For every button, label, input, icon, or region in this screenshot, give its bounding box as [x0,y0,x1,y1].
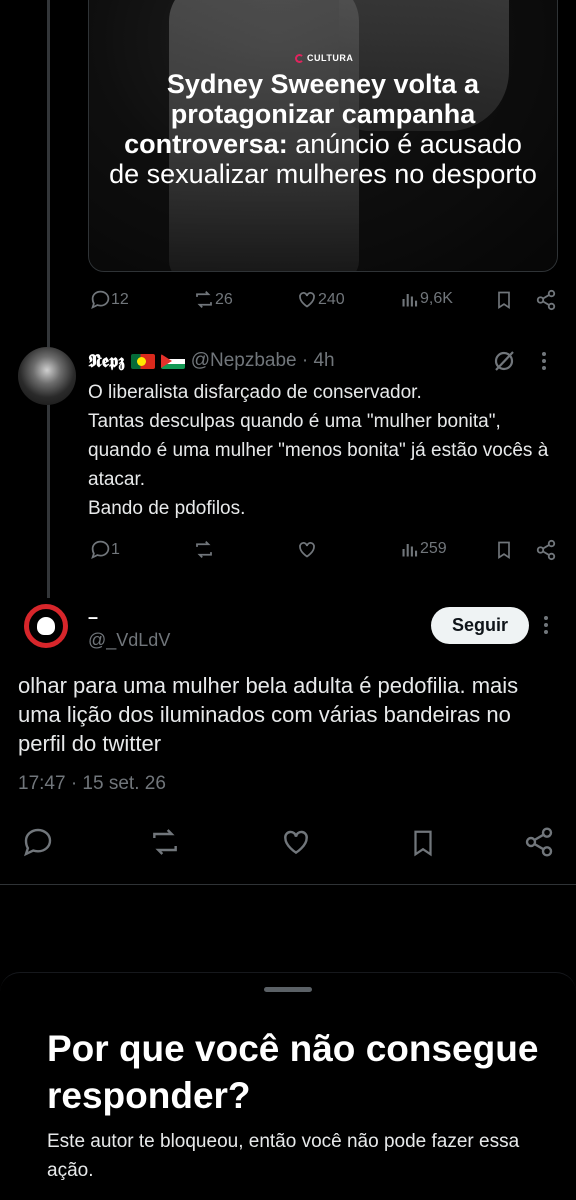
more-options-icon[interactable] [540,351,548,376]
more-options-icon[interactable] [542,615,550,640]
main-tweet-timestamp[interactable]: 17:47 · 15 set. 26 [18,773,166,795]
share-icon [535,289,557,311]
category-tag: CULTURA [295,53,353,63]
repost-icon [193,289,215,310]
main-tweet-text: olhar para uma mulher bela adulta é pedo… [18,673,519,756]
heart-icon [296,539,318,560]
reply-action[interactable]: 12 [90,289,129,310]
repost-icon [148,826,182,858]
palestine-flag-icon [160,353,185,369]
share-button[interactable] [523,826,555,858]
reply-text: O liberalista disfarçado de conservador.… [88,382,549,519]
sheet-subtitle: Este autor te bloqueou, então você não p… [47,1131,520,1181]
heart-icon [279,826,313,858]
blocked-bottom-sheet: Por que você não consegue responder? Est… [0,972,576,1200]
share-icon [535,539,557,561]
share-icon [523,826,555,858]
reply-author-handle: @Nepzbabe · 4h [190,350,335,371]
views-action[interactable]: 259 [400,539,447,559]
views-chart-icon [400,289,420,309]
media-headline: Sydney Sweeney volta a protagonizar camp… [109,69,537,189]
skull-icon [37,617,55,635]
sheet-drag-handle[interactable] [264,987,312,992]
repost-button[interactable] [148,826,182,858]
reply-button[interactable] [22,826,54,858]
main-author-name[interactable]: – [88,607,98,628]
grok-icon[interactable] [492,349,516,378]
views-action[interactable]: 9,6K [400,289,453,309]
reply-icon [90,539,111,560]
reply-icon [22,826,54,858]
bookmark-button[interactable] [408,826,438,860]
like-action[interactable] [296,539,318,560]
publisher-logo-icon [295,53,304,63]
views-chart-icon [400,539,420,559]
repost-icon [193,539,215,560]
like-action[interactable]: 240 [296,289,345,310]
avatar-nepz[interactable] [18,347,76,405]
portugal-flag-icon [130,353,155,369]
bookmark-icon [408,826,438,860]
sheet-title: Por que você não consegue responder? [47,1028,539,1116]
bookmark-action[interactable] [494,289,514,311]
like-button[interactable] [279,826,313,858]
thread-connector-line [47,0,50,598]
repost-action[interactable]: 26 [193,289,233,310]
follow-button[interactable]: Seguir [431,607,529,644]
reply-action[interactable]: 1 [90,539,120,560]
reply-icon [90,289,111,310]
share-action[interactable] [535,539,557,561]
repost-action[interactable] [193,539,215,560]
quoted-media-card[interactable]: CULTURA Sydney Sweeney volta a protagoni… [88,0,558,272]
reply-header: 𝕹𝖊𝖕𝖟 @Nepzbabe · 4h [88,350,335,372]
reply-author-name[interactable]: 𝕹𝖊𝖕𝖟 [88,351,125,372]
section-divider [0,884,576,885]
main-author-handle[interactable]: @_VdLdV [88,630,170,651]
heart-icon [296,289,318,310]
avatar-vdldv[interactable] [24,604,68,648]
bookmark-action[interactable] [494,539,514,561]
share-action[interactable] [535,289,557,311]
bookmark-icon [494,539,514,561]
bookmark-icon [494,289,514,311]
